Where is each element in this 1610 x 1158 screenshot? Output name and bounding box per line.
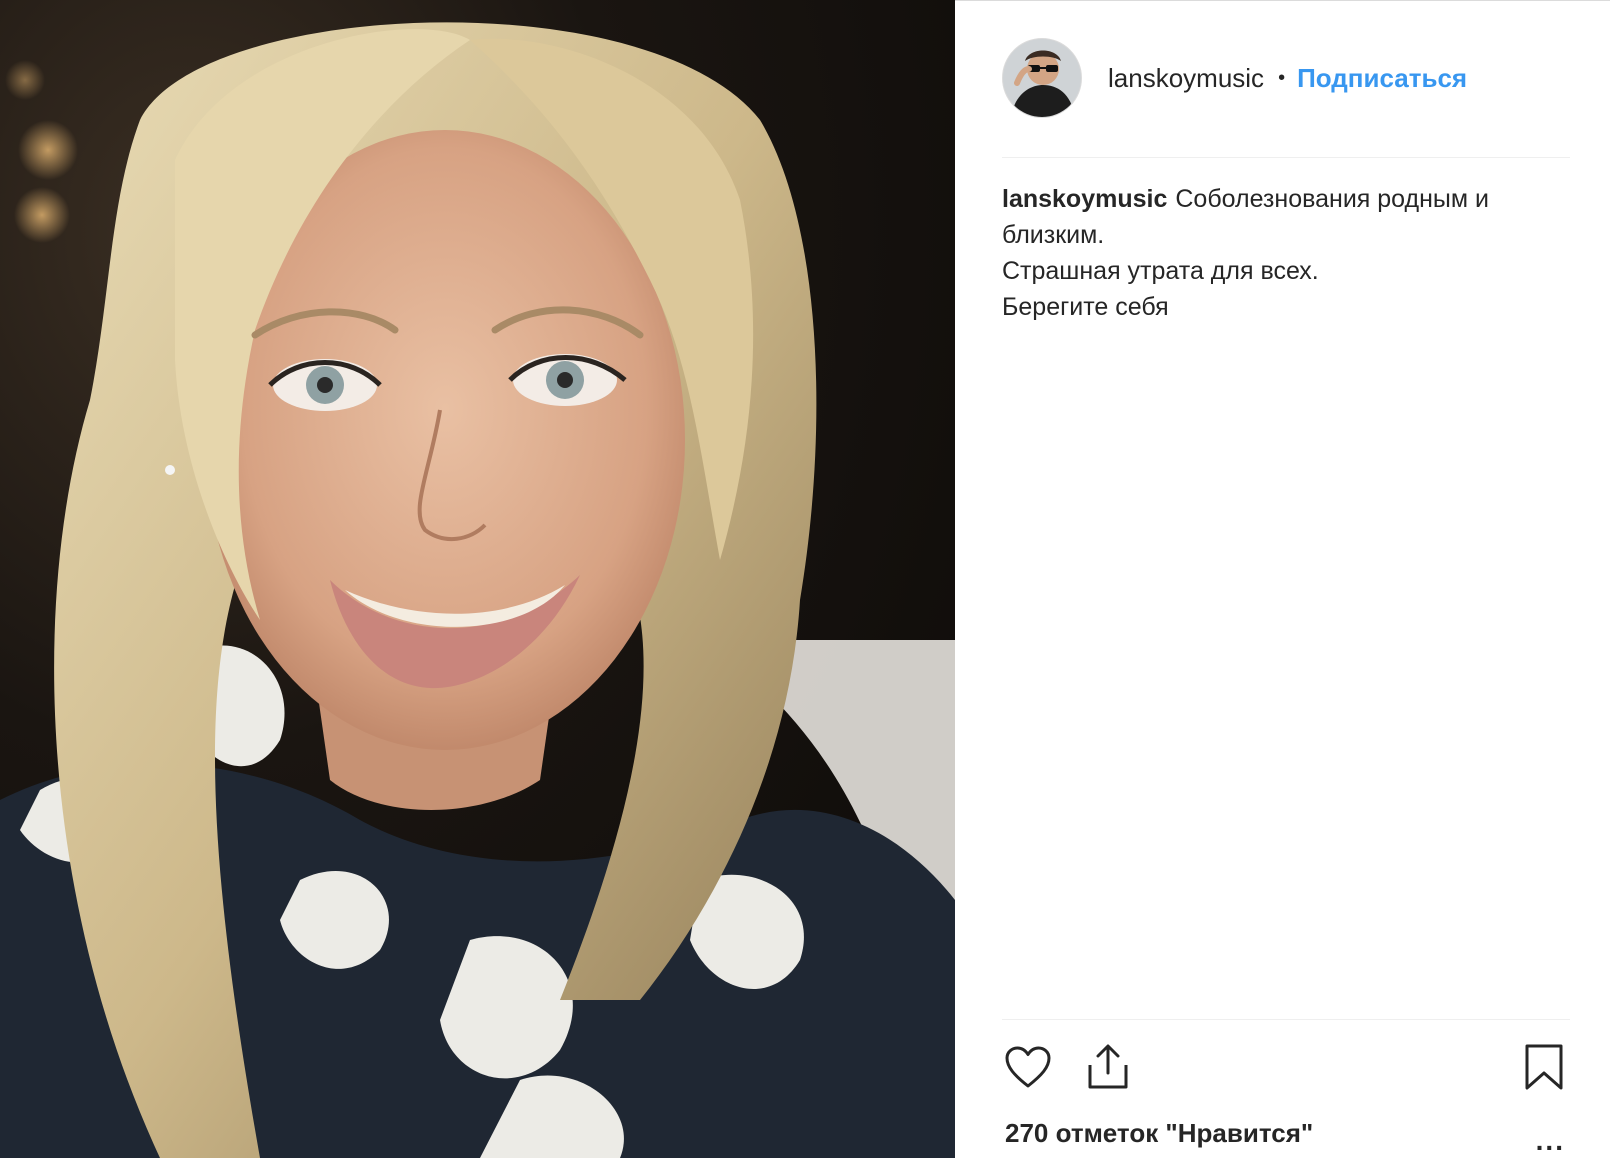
follow-button[interactable]: Подписаться xyxy=(1297,63,1467,94)
caption-line-2: Страшная утрата для всех. xyxy=(1002,257,1319,285)
like-button[interactable] xyxy=(1002,1041,1054,1093)
share-icon xyxy=(1088,1044,1128,1089)
avatar-image xyxy=(1003,39,1081,117)
instagram-post: lanskoymusic • Подписаться lanskoymusic С… xyxy=(0,0,1610,1158)
author-username[interactable]: lanskoymusic xyxy=(1108,63,1264,94)
separator-dot: • xyxy=(1278,66,1286,89)
post-sidebar: lanskoymusic • Подписаться lanskoymusic С… xyxy=(955,0,1610,1158)
caption-line-3: Берегите себя xyxy=(1002,293,1169,321)
share-button[interactable] xyxy=(1082,1041,1134,1093)
portrait-illustration xyxy=(0,22,955,1158)
bookmark-icon xyxy=(1525,1044,1563,1090)
save-button[interactable] xyxy=(1518,1041,1570,1093)
caption-username[interactable]: lanskoymusic xyxy=(1002,185,1167,213)
post-caption: lanskoymusic Соболезнования родным и близ… xyxy=(1002,181,1560,325)
header-divider xyxy=(1002,157,1570,158)
heart-icon xyxy=(1005,1046,1051,1088)
actions-divider xyxy=(1002,1019,1570,1020)
post-photo[interactable] xyxy=(0,0,955,1158)
more-options-button[interactable]: ... xyxy=(1536,1125,1565,1157)
likes-count[interactable]: 270 отметок "Нравится" xyxy=(1005,1118,1313,1149)
avatar[interactable] xyxy=(1002,38,1082,118)
post-header: lanskoymusic • Подписаться xyxy=(1002,38,1570,118)
action-bar xyxy=(1002,1041,1570,1097)
